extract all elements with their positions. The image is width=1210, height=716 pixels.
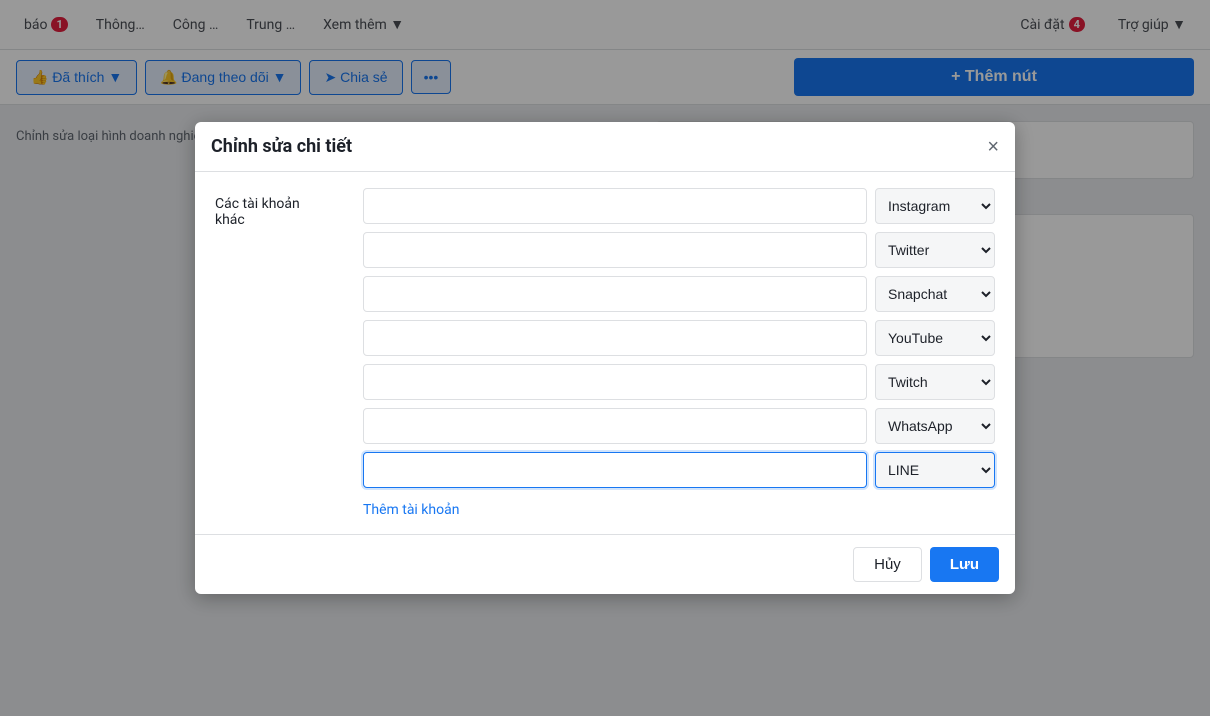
- input-whatsapp[interactable]: [363, 408, 867, 444]
- input-instagram[interactable]: [363, 188, 867, 224]
- select-twitch[interactable]: Instagram Twitter Snapchat YouTube Twitc…: [875, 364, 995, 400]
- modal-overlay: Chỉnh sửa chi tiết × Các tài khoảnkhác I…: [0, 0, 1210, 716]
- select-youtube[interactable]: Instagram Twitter Snapchat YouTube Twitc…: [875, 320, 995, 356]
- form-label-accounts: Các tài khoảnkhác: [215, 188, 355, 228]
- modal-footer: Hủy Lưu: [195, 534, 1015, 594]
- input-twitch[interactable]: [363, 364, 867, 400]
- modal: Chỉnh sửa chi tiết × Các tài khoảnkhác I…: [195, 122, 1015, 594]
- field-row-snapchat: Instagram Twitter Snapchat YouTube Twitc…: [363, 276, 995, 312]
- modal-title: Chỉnh sửa chi tiết: [211, 136, 352, 157]
- modal-body: Các tài khoảnkhác Instagram Twitter Snap…: [195, 172, 1015, 534]
- add-account-link[interactable]: Thêm tài khoản: [363, 502, 459, 518]
- input-snapchat[interactable]: [363, 276, 867, 312]
- select-snapchat[interactable]: Instagram Twitter Snapchat YouTube Twitc…: [875, 276, 995, 312]
- field-row-instagram: Instagram Twitter Snapchat YouTube Twitc…: [363, 188, 995, 224]
- input-youtube[interactable]: [363, 320, 867, 356]
- field-row-line: Instagram Twitter Snapchat YouTube Twitc…: [363, 452, 995, 488]
- form-fields: Instagram Twitter Snapchat YouTube Twitc…: [363, 188, 995, 488]
- input-twitter[interactable]: [363, 232, 867, 268]
- select-line[interactable]: Instagram Twitter Snapchat YouTube Twitc…: [875, 452, 995, 488]
- select-whatsapp[interactable]: Instagram Twitter Snapchat YouTube Twitc…: [875, 408, 995, 444]
- cancel-button[interactable]: Hủy: [853, 547, 922, 582]
- field-row-twitch: Instagram Twitter Snapchat YouTube Twitc…: [363, 364, 995, 400]
- save-button[interactable]: Lưu: [930, 547, 999, 582]
- field-row-whatsapp: Instagram Twitter Snapchat YouTube Twitc…: [363, 408, 995, 444]
- modal-close-button[interactable]: ×: [987, 137, 999, 157]
- input-line[interactable]: [363, 452, 867, 488]
- field-row-twitter: Instagram Twitter Snapchat YouTube Twitc…: [363, 232, 995, 268]
- select-instagram[interactable]: Instagram Twitter Snapchat YouTube Twitc…: [875, 188, 995, 224]
- modal-header: Chỉnh sửa chi tiết ×: [195, 122, 1015, 172]
- form-row-accounts: Các tài khoảnkhác Instagram Twitter Snap…: [215, 188, 995, 488]
- select-twitter[interactable]: Instagram Twitter Snapchat YouTube Twitc…: [875, 232, 995, 268]
- field-row-youtube: Instagram Twitter Snapchat YouTube Twitc…: [363, 320, 995, 356]
